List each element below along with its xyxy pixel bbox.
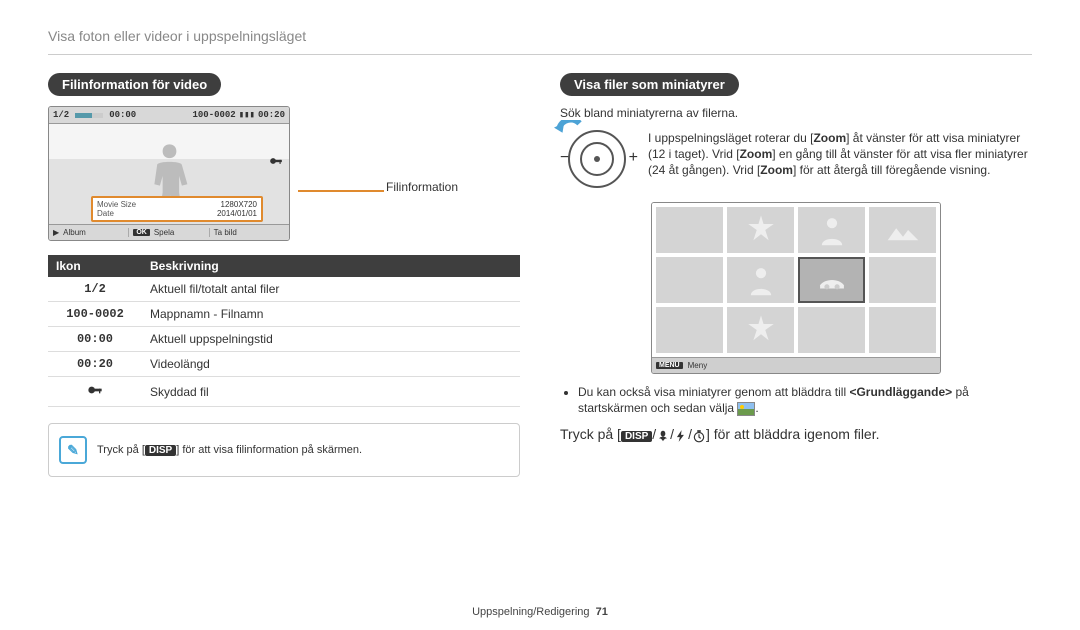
thumb [798, 307, 865, 353]
photo-icon [737, 402, 755, 416]
icon-table: Ikon Beskrivning 1/2Aktuell fil/totalt a… [48, 255, 520, 407]
thumb [656, 257, 723, 303]
info-size-key: Movie Size [97, 200, 136, 209]
info-size-val: 1280X720 [221, 200, 257, 209]
flash-icon [674, 429, 688, 443]
table-icon: 00:20 [48, 352, 142, 377]
right-heading: Visa filer som miniatyrer [560, 73, 739, 96]
info-date-key: Date [97, 209, 114, 218]
pv-folderfile: 100-0002 [193, 110, 236, 120]
rule [48, 54, 1032, 55]
note-text: Tryck på [DISP] för att visa filinformat… [97, 444, 362, 456]
right-intro: Sök bland miniatyrerna av filerna. [560, 106, 1032, 120]
table-icon: 100-0002 [48, 302, 142, 327]
lock-icon [269, 154, 283, 171]
thumb [869, 257, 936, 303]
big-instruction: Tryck på [DISP///] för att bläddra igeno… [560, 426, 1032, 442]
footbar-play: Spela [154, 228, 174, 237]
th-desc: Beskrivning [142, 255, 520, 277]
thumb [798, 207, 865, 253]
bullet-item: Du kan också visa miniatyrer genom att b… [578, 384, 1032, 416]
info-date-val: 2014/01/01 [217, 209, 257, 218]
pv-length: 00:20 [258, 110, 285, 120]
note-icon: ✎ [59, 436, 87, 464]
disp-key: DISP [621, 431, 652, 442]
thumb [727, 307, 794, 353]
battery-icon: ▮▮▮ [239, 110, 255, 120]
footer: Uppspelning/Redigering 71 [0, 606, 1080, 618]
timer-icon [692, 429, 706, 443]
breadcrumb: Visa foton eller videor i uppspelningslä… [48, 28, 1032, 44]
callout: Filinformation [298, 156, 384, 192]
file-info-box: Movie Size 1280X720 Date 2014/01/01 [91, 196, 263, 222]
table-desc: Skyddad fil [142, 377, 520, 407]
plus-icon: + [629, 149, 638, 167]
left-heading: Filinformation för video [48, 73, 221, 96]
table-desc: Aktuell uppspelningstid [142, 327, 520, 352]
thumb [727, 207, 794, 253]
disp-key: DISP [145, 445, 176, 456]
key-icon [48, 377, 142, 407]
thumb [656, 207, 723, 253]
thumb-bar-label: Meny [688, 361, 708, 370]
tip-text: I uppspelningsläget roterar du [Zoom] åt… [648, 130, 1032, 179]
note-box: ✎ Tryck på [DISP] för att visa filinform… [48, 423, 520, 477]
pv-playtime: 00:00 [109, 110, 136, 120]
ok-chip: OK [133, 229, 150, 236]
macro-icon [656, 429, 670, 443]
menu-chip: MENU [656, 362, 683, 369]
table-icon: 00:00 [48, 327, 142, 352]
thumb [727, 257, 794, 303]
thumb [656, 307, 723, 353]
thumb [869, 307, 936, 353]
thumb [869, 207, 936, 253]
right-col: Visa filer som miniatyrer Sök bland mini… [560, 73, 1032, 477]
table-icon: 1/2 [48, 277, 142, 302]
zoom-dial: − + [560, 130, 634, 188]
pv-counter: 1/2 [53, 110, 69, 120]
th-icon: Ikon [48, 255, 142, 277]
progress-bar-icon [75, 113, 103, 118]
video-preview: 1/2 00:00 100-0002 ▮▮▮ 00:20 [48, 106, 290, 241]
play-triangle-icon: ▶ [53, 228, 59, 237]
footbar-tobild: Ta bild [214, 228, 237, 237]
callout-text: Filinformation [386, 180, 458, 194]
thumbnail-grid: MENU Meny [651, 202, 941, 374]
left-col: Filinformation för video 1/2 00:00 100-0… [48, 73, 520, 477]
thumb-selected [798, 257, 865, 303]
table-desc: Videolängd [142, 352, 520, 377]
table-desc: Aktuell fil/totalt antal filer [142, 277, 520, 302]
table-desc: Mappnamn - Filnamn [142, 302, 520, 327]
footbar-album: Album [63, 228, 86, 237]
